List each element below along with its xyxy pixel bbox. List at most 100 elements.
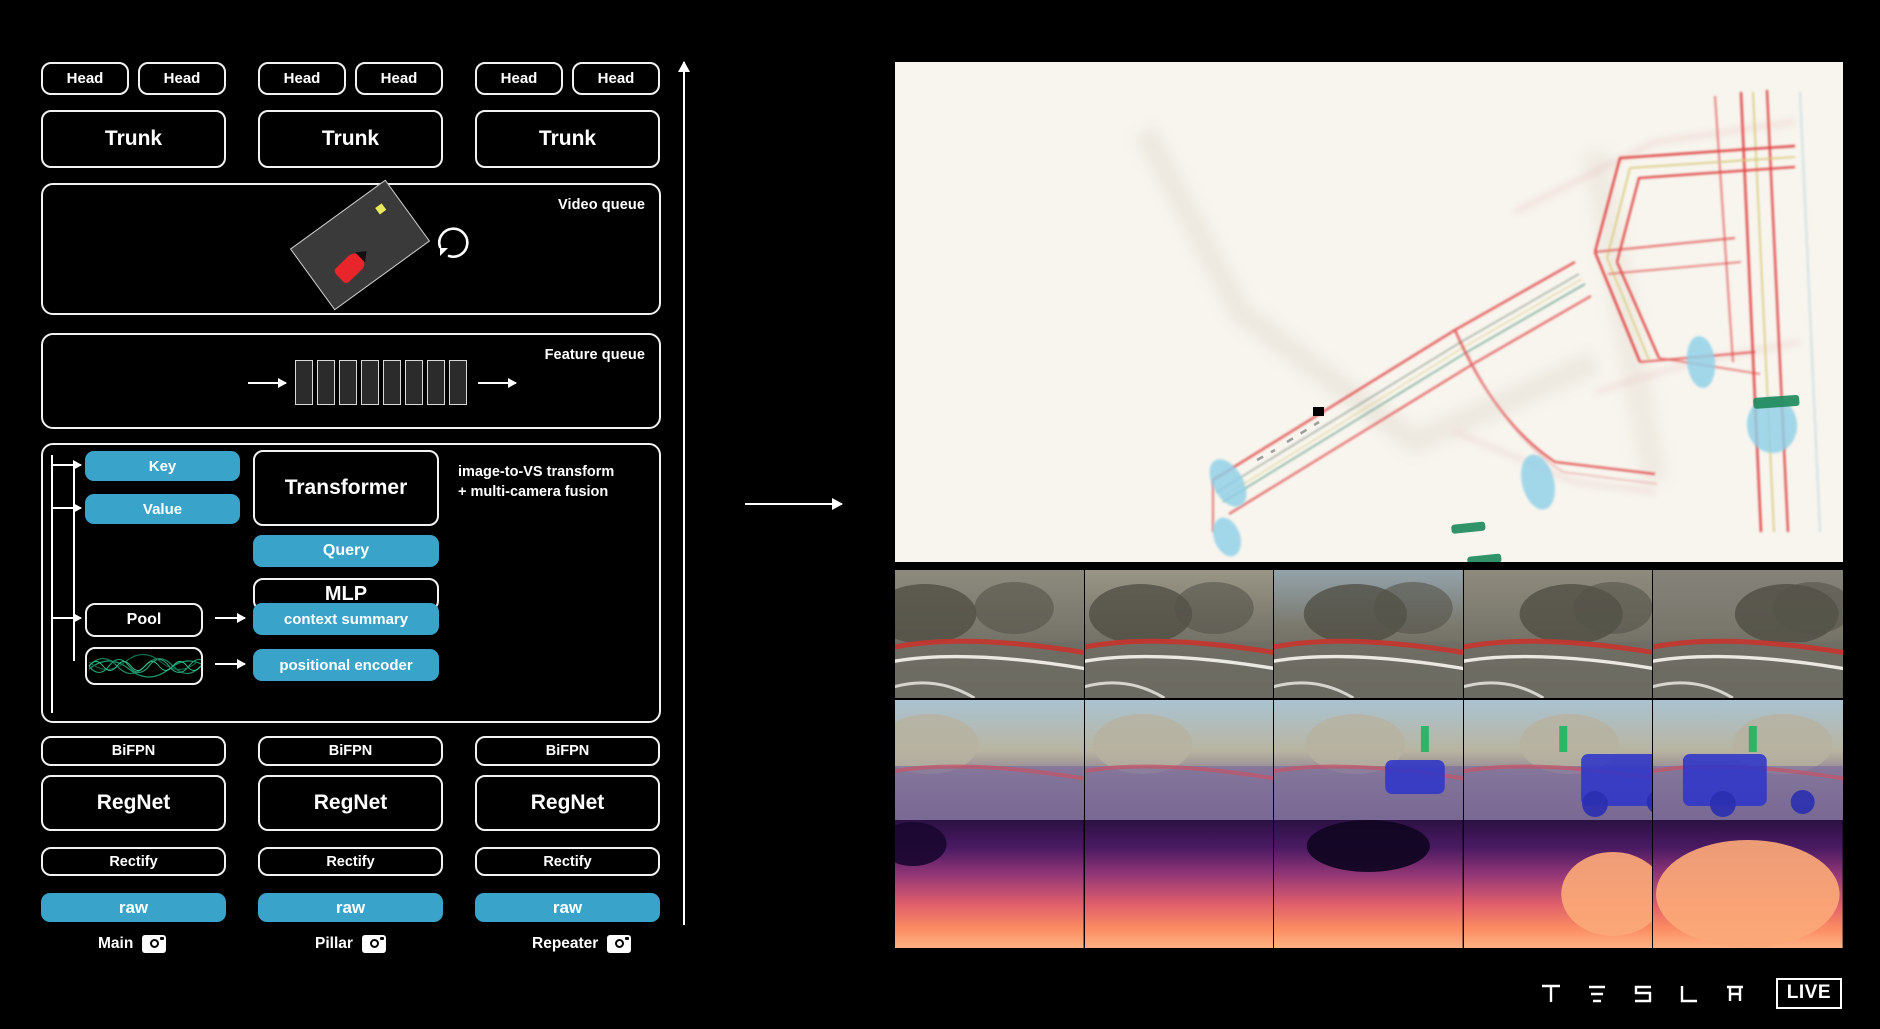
camera-cell-2-1 (1084, 820, 1275, 948)
transformer-bus-branch (73, 465, 75, 661)
camera-flash-icon (160, 936, 165, 940)
caption-line-1: image-to-VS transform (458, 464, 615, 480)
camera-flash-icon (625, 936, 630, 940)
raw-box-1: raw (258, 893, 443, 922)
key-box: Key (85, 451, 240, 481)
camera-cell-0-3 (1463, 570, 1654, 698)
feature-queue-in-arrow (248, 378, 287, 387)
camera-label-2: Repeater (532, 935, 632, 953)
feature-queue-panel: Feature queue (41, 333, 661, 429)
rotation-arrow-icon (428, 217, 474, 263)
camera-cell-0-4 (1653, 570, 1843, 698)
bifpn-box-1: BiFPN (258, 736, 443, 766)
camera-name: Repeater (532, 935, 599, 952)
pool-box: Pool (85, 603, 203, 637)
rectify-box-1: Rectify (258, 847, 443, 876)
regnet-box-0: RegNet (41, 775, 226, 831)
camera-cell-1-0 (895, 700, 1085, 820)
camera-cell-0-0 (895, 570, 1085, 698)
head-label: Head (597, 70, 635, 87)
camera-lens-icon (369, 939, 379, 948)
raw-camera-feeds (895, 570, 1843, 698)
head-box-2-1: Head (572, 62, 660, 95)
query-box: Query (253, 535, 439, 567)
positional-encoder-box: positional encoder (253, 649, 439, 681)
bifpn-box-0: BiFPN (41, 736, 226, 766)
video-queue-label: Video queue (557, 197, 645, 213)
value-box: Value (85, 494, 240, 524)
transform-caption: image-to-VS transform + multi-camera fusi… (458, 463, 614, 502)
camera-icon (142, 935, 167, 953)
transformer-box: Transformer (253, 450, 439, 526)
flow-arrow-right (745, 498, 843, 510)
trunk-box-0: Trunk (41, 110, 226, 168)
feature-bar (427, 360, 445, 405)
feature-bar (405, 360, 423, 405)
video-queue-panel: Video queue (41, 179, 661, 315)
camera-flash-icon (379, 936, 384, 940)
camera-cell-0-2 (1274, 570, 1464, 698)
trunk-box-1: Trunk (258, 110, 443, 168)
feature-bar (361, 360, 379, 405)
camera-cell-1-3 (1463, 700, 1654, 820)
sinusoid-waveform-icon (85, 647, 203, 685)
head-box-0-0: Head (41, 62, 129, 95)
camera-cell-2-0 (895, 820, 1085, 948)
posenc-out-arrow (215, 659, 246, 668)
feature-queue-bars (295, 360, 467, 405)
feature-bar (449, 360, 467, 405)
yellow-marker-icon (375, 203, 387, 215)
context-summary-box: context summary (253, 603, 439, 635)
car-icon-tile (289, 179, 431, 311)
camera-icon (607, 935, 632, 953)
head-label: Head (500, 70, 538, 87)
feature-bar (317, 360, 335, 405)
tesla-letter-s (1632, 983, 1654, 1005)
camera-cell-2-3 (1463, 820, 1654, 948)
rectify-box-0: Rectify (41, 847, 226, 876)
tesla-letter-t (1540, 983, 1562, 1005)
camera-name: Pillar (315, 935, 353, 952)
camera-icon (361, 935, 386, 953)
raw-box-0: raw (41, 893, 226, 922)
head-label: Head (380, 70, 418, 87)
caption-line-2: + multi-camera fusion (458, 483, 609, 500)
head-label: Head (163, 70, 201, 87)
transformer-input-bus (51, 455, 53, 713)
head-label: Head (66, 70, 104, 87)
head-box-1-0: Head (258, 62, 346, 95)
value-feed-arrow (53, 503, 82, 512)
camera-cell-1-1 (1084, 700, 1275, 820)
bifpn-box-2: BiFPN (475, 736, 660, 766)
live-badge: LIVE (1775, 978, 1842, 1009)
camera-lens-icon (150, 939, 160, 948)
raw-box-2: raw (475, 893, 660, 922)
camera-cell-0-1 (1084, 570, 1275, 698)
key-feed-arrow (53, 460, 82, 469)
rectify-box-2: Rectify (475, 847, 660, 876)
tesla-letter-a (1724, 983, 1746, 1005)
car-icon (332, 250, 368, 285)
regnet-box-1: RegNet (258, 775, 443, 831)
head-box-0-1: Head (138, 62, 226, 95)
feature-bar (383, 360, 401, 405)
depth-map-feeds (895, 820, 1843, 948)
tesla-letter-l (1678, 983, 1700, 1005)
head-label: Head (283, 70, 321, 87)
feature-queue-out-arrow (478, 378, 517, 387)
tesla-letter-e (1586, 983, 1608, 1005)
camera-cell-2-4 (1653, 820, 1843, 948)
feature-bar (295, 360, 313, 405)
camera-name: Main (98, 935, 134, 952)
regnet-box-2: RegNet (475, 775, 660, 831)
segmentation-overlay-feeds (895, 700, 1843, 820)
pool-out-arrow (215, 613, 246, 622)
camera-label-0: Main (98, 935, 167, 953)
feature-bar (339, 360, 357, 405)
camera-cell-1-2 (1274, 700, 1464, 820)
head-box-1-1: Head (355, 62, 443, 95)
feature-queue-label: Feature queue (544, 347, 645, 363)
camera-lens-icon (615, 939, 625, 948)
camera-label-1: Pillar (315, 935, 386, 953)
trunk-box-2: Trunk (475, 110, 660, 168)
